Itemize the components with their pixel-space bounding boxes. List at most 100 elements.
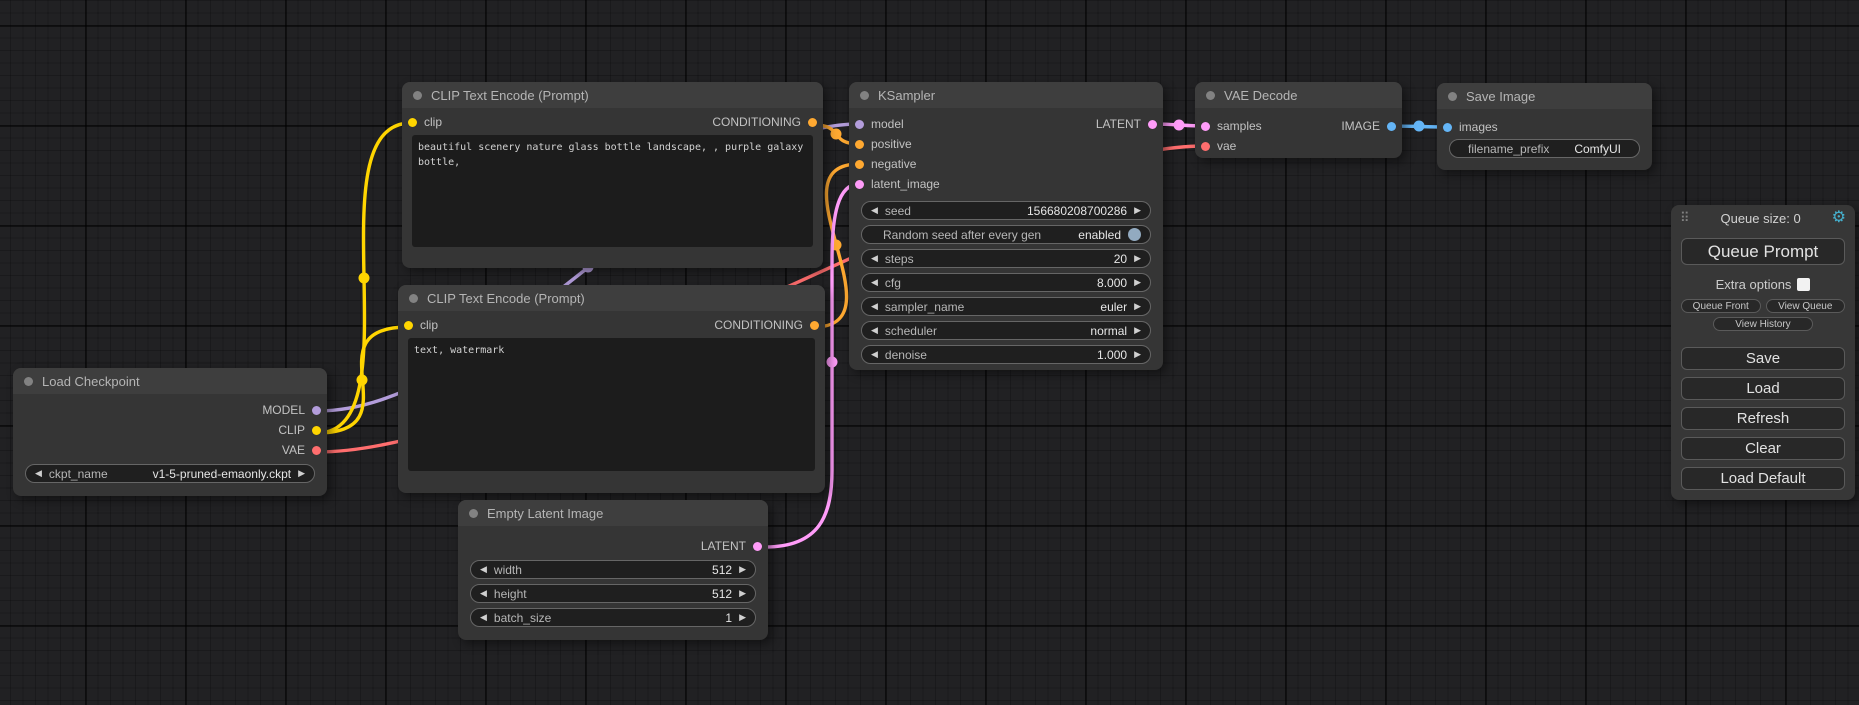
node-ksampler[interactable]: KSampler model LATENT positive negative … bbox=[849, 82, 1163, 370]
node-header[interactable]: VAE Decode bbox=[1195, 82, 1402, 108]
collapse-dot-icon[interactable] bbox=[860, 91, 869, 100]
decrement-arrow-icon[interactable]: ◀ bbox=[871, 326, 878, 335]
input-slot-vae[interactable] bbox=[1201, 142, 1210, 151]
output-slot-model[interactable] bbox=[312, 406, 321, 415]
node-header[interactable]: KSampler bbox=[849, 82, 1163, 108]
output-slot-latent[interactable] bbox=[1148, 120, 1157, 129]
width-widget[interactable]: ◀ width 512 ▶ bbox=[470, 560, 756, 579]
output-slot-vae[interactable] bbox=[312, 446, 321, 455]
height-widget[interactable]: ◀ height 512 ▶ bbox=[470, 584, 756, 603]
sampler-name-widget[interactable]: ◀ sampler_name euler ▶ bbox=[861, 297, 1151, 316]
widget-value: normal bbox=[1090, 324, 1127, 338]
input-slot-model[interactable] bbox=[855, 120, 864, 129]
node-header[interactable]: Empty Latent Image bbox=[458, 500, 768, 526]
output-slot-conditioning[interactable] bbox=[808, 118, 817, 127]
output-row: CLIP bbox=[13, 420, 327, 440]
input-slot-images[interactable] bbox=[1443, 123, 1452, 132]
toggle-circle-icon[interactable] bbox=[1128, 228, 1141, 241]
widget-label: seed bbox=[885, 204, 911, 218]
increment-arrow-icon[interactable]: ▶ bbox=[1134, 302, 1141, 311]
increment-arrow-icon[interactable]: ▶ bbox=[1134, 254, 1141, 263]
node-empty-latent-image[interactable]: Empty Latent Image LATENT ◀ width 512 ▶ … bbox=[458, 500, 768, 640]
node-header[interactable]: Save Image bbox=[1437, 83, 1652, 109]
node-graph-canvas[interactable]: Load Checkpoint MODEL CLIP VAE ◀ ckpt_na… bbox=[0, 0, 1859, 705]
input-slot-positive[interactable] bbox=[855, 140, 864, 149]
output-slot-clip[interactable] bbox=[312, 426, 321, 435]
increment-arrow-icon[interactable]: ▶ bbox=[739, 589, 746, 598]
collapse-dot-icon[interactable] bbox=[24, 377, 33, 386]
denoise-widget[interactable]: ◀ denoise 1.000 ▶ bbox=[861, 345, 1151, 364]
node-header[interactable]: CLIP Text Encode (Prompt) bbox=[402, 82, 823, 108]
extra-options-checkbox[interactable] bbox=[1797, 278, 1810, 291]
node-header[interactable]: CLIP Text Encode (Prompt) bbox=[398, 285, 825, 311]
decrement-arrow-icon[interactable]: ◀ bbox=[480, 613, 487, 622]
decrement-arrow-icon[interactable]: ◀ bbox=[35, 469, 42, 478]
input-slot-clip[interactable] bbox=[404, 321, 413, 330]
decrement-arrow-icon[interactable]: ◀ bbox=[871, 278, 878, 287]
increment-arrow-icon[interactable]: ▶ bbox=[1134, 350, 1141, 359]
clear-button[interactable]: Clear bbox=[1681, 437, 1845, 460]
increment-arrow-icon[interactable]: ▶ bbox=[739, 565, 746, 574]
node-vae-decode[interactable]: VAE Decode samples IMAGE vae bbox=[1195, 82, 1402, 158]
output-slot-latent[interactable] bbox=[753, 542, 762, 551]
slot-row: clip CONDITIONING bbox=[398, 315, 825, 335]
output-label: CONDITIONING bbox=[712, 115, 801, 129]
filename-prefix-widget[interactable]: filename_prefix ComfyUI bbox=[1449, 139, 1640, 158]
input-slot-latent-image[interactable] bbox=[855, 180, 864, 189]
increment-arrow-icon[interactable]: ▶ bbox=[1134, 278, 1141, 287]
scheduler-widget[interactable]: ◀ scheduler normal ▶ bbox=[861, 321, 1151, 340]
input-label: latent_image bbox=[871, 177, 940, 191]
node-title: Save Image bbox=[1466, 89, 1535, 104]
widget-label: steps bbox=[885, 252, 914, 266]
seed-widget[interactable]: ◀ seed 156680208700286 ▶ bbox=[861, 201, 1151, 220]
collapse-dot-icon[interactable] bbox=[413, 91, 422, 100]
decrement-arrow-icon[interactable]: ◀ bbox=[871, 206, 878, 215]
load-default-button[interactable]: Load Default bbox=[1681, 467, 1845, 490]
refresh-button[interactable]: Refresh bbox=[1681, 407, 1845, 430]
widget-label: Random seed after every gen bbox=[883, 228, 1041, 242]
input-slot-samples[interactable] bbox=[1201, 122, 1210, 131]
decrement-arrow-icon[interactable]: ◀ bbox=[480, 589, 487, 598]
settings-gear-icon[interactable]: ⚙ bbox=[1832, 210, 1846, 226]
view-history-button[interactable]: View History bbox=[1713, 317, 1813, 331]
node-clip-text-encode-positive[interactable]: CLIP Text Encode (Prompt) clip CONDITION… bbox=[402, 82, 823, 268]
input-slot-negative[interactable] bbox=[855, 160, 864, 169]
queue-size-label: Queue size: 0 bbox=[1690, 211, 1832, 226]
output-slot-conditioning[interactable] bbox=[810, 321, 819, 330]
output-slot-image[interactable] bbox=[1387, 122, 1396, 131]
view-queue-button[interactable]: View Queue bbox=[1766, 299, 1846, 313]
load-button[interactable]: Load bbox=[1681, 377, 1845, 400]
collapse-dot-icon[interactable] bbox=[469, 509, 478, 518]
ckpt-name-widget[interactable]: ◀ ckpt_name v1-5-pruned-emaonly.ckpt ▶ bbox=[25, 464, 315, 483]
decrement-arrow-icon[interactable]: ◀ bbox=[871, 350, 878, 359]
steps-widget[interactable]: ◀ steps 20 ▶ bbox=[861, 249, 1151, 268]
batch-size-widget[interactable]: ◀ batch_size 1 ▶ bbox=[470, 608, 756, 627]
node-save-image[interactable]: Save Image images filename_prefix ComfyU… bbox=[1437, 83, 1652, 170]
increment-arrow-icon[interactable]: ▶ bbox=[298, 469, 305, 478]
collapse-dot-icon[interactable] bbox=[1206, 91, 1215, 100]
increment-arrow-icon[interactable]: ▶ bbox=[739, 613, 746, 622]
collapse-dot-icon[interactable] bbox=[409, 294, 418, 303]
decrement-arrow-icon[interactable]: ◀ bbox=[871, 254, 878, 263]
node-header[interactable]: Load Checkpoint bbox=[13, 368, 327, 394]
widget-value: 1.000 bbox=[1097, 348, 1127, 362]
input-slot-clip[interactable] bbox=[408, 118, 417, 127]
node-load-checkpoint[interactable]: Load Checkpoint MODEL CLIP VAE ◀ ckpt_na… bbox=[13, 368, 327, 496]
prompt-textarea[interactable]: beautiful scenery nature glass bottle la… bbox=[412, 135, 813, 247]
random-seed-toggle-widget[interactable]: Random seed after every gen enabled bbox=[861, 225, 1151, 244]
queue-front-button[interactable]: Queue Front bbox=[1681, 299, 1761, 313]
prompt-textarea[interactable]: text, watermark bbox=[408, 338, 815, 471]
increment-arrow-icon[interactable]: ▶ bbox=[1134, 326, 1141, 335]
wire-image-midpoint-dot bbox=[1414, 121, 1425, 132]
drag-handle-icon[interactable]: ⠿ bbox=[1680, 210, 1690, 226]
node-clip-text-encode-negative[interactable]: CLIP Text Encode (Prompt) clip CONDITION… bbox=[398, 285, 825, 493]
queue-prompt-button[interactable]: Queue Prompt bbox=[1681, 238, 1845, 265]
widget-label: batch_size bbox=[494, 611, 551, 625]
decrement-arrow-icon[interactable]: ◀ bbox=[871, 302, 878, 311]
cfg-widget[interactable]: ◀ cfg 8.000 ▶ bbox=[861, 273, 1151, 292]
slot-row: samples IMAGE bbox=[1195, 116, 1402, 136]
collapse-dot-icon[interactable] bbox=[1448, 92, 1457, 101]
increment-arrow-icon[interactable]: ▶ bbox=[1134, 206, 1141, 215]
save-button[interactable]: Save bbox=[1681, 347, 1845, 370]
decrement-arrow-icon[interactable]: ◀ bbox=[480, 565, 487, 574]
